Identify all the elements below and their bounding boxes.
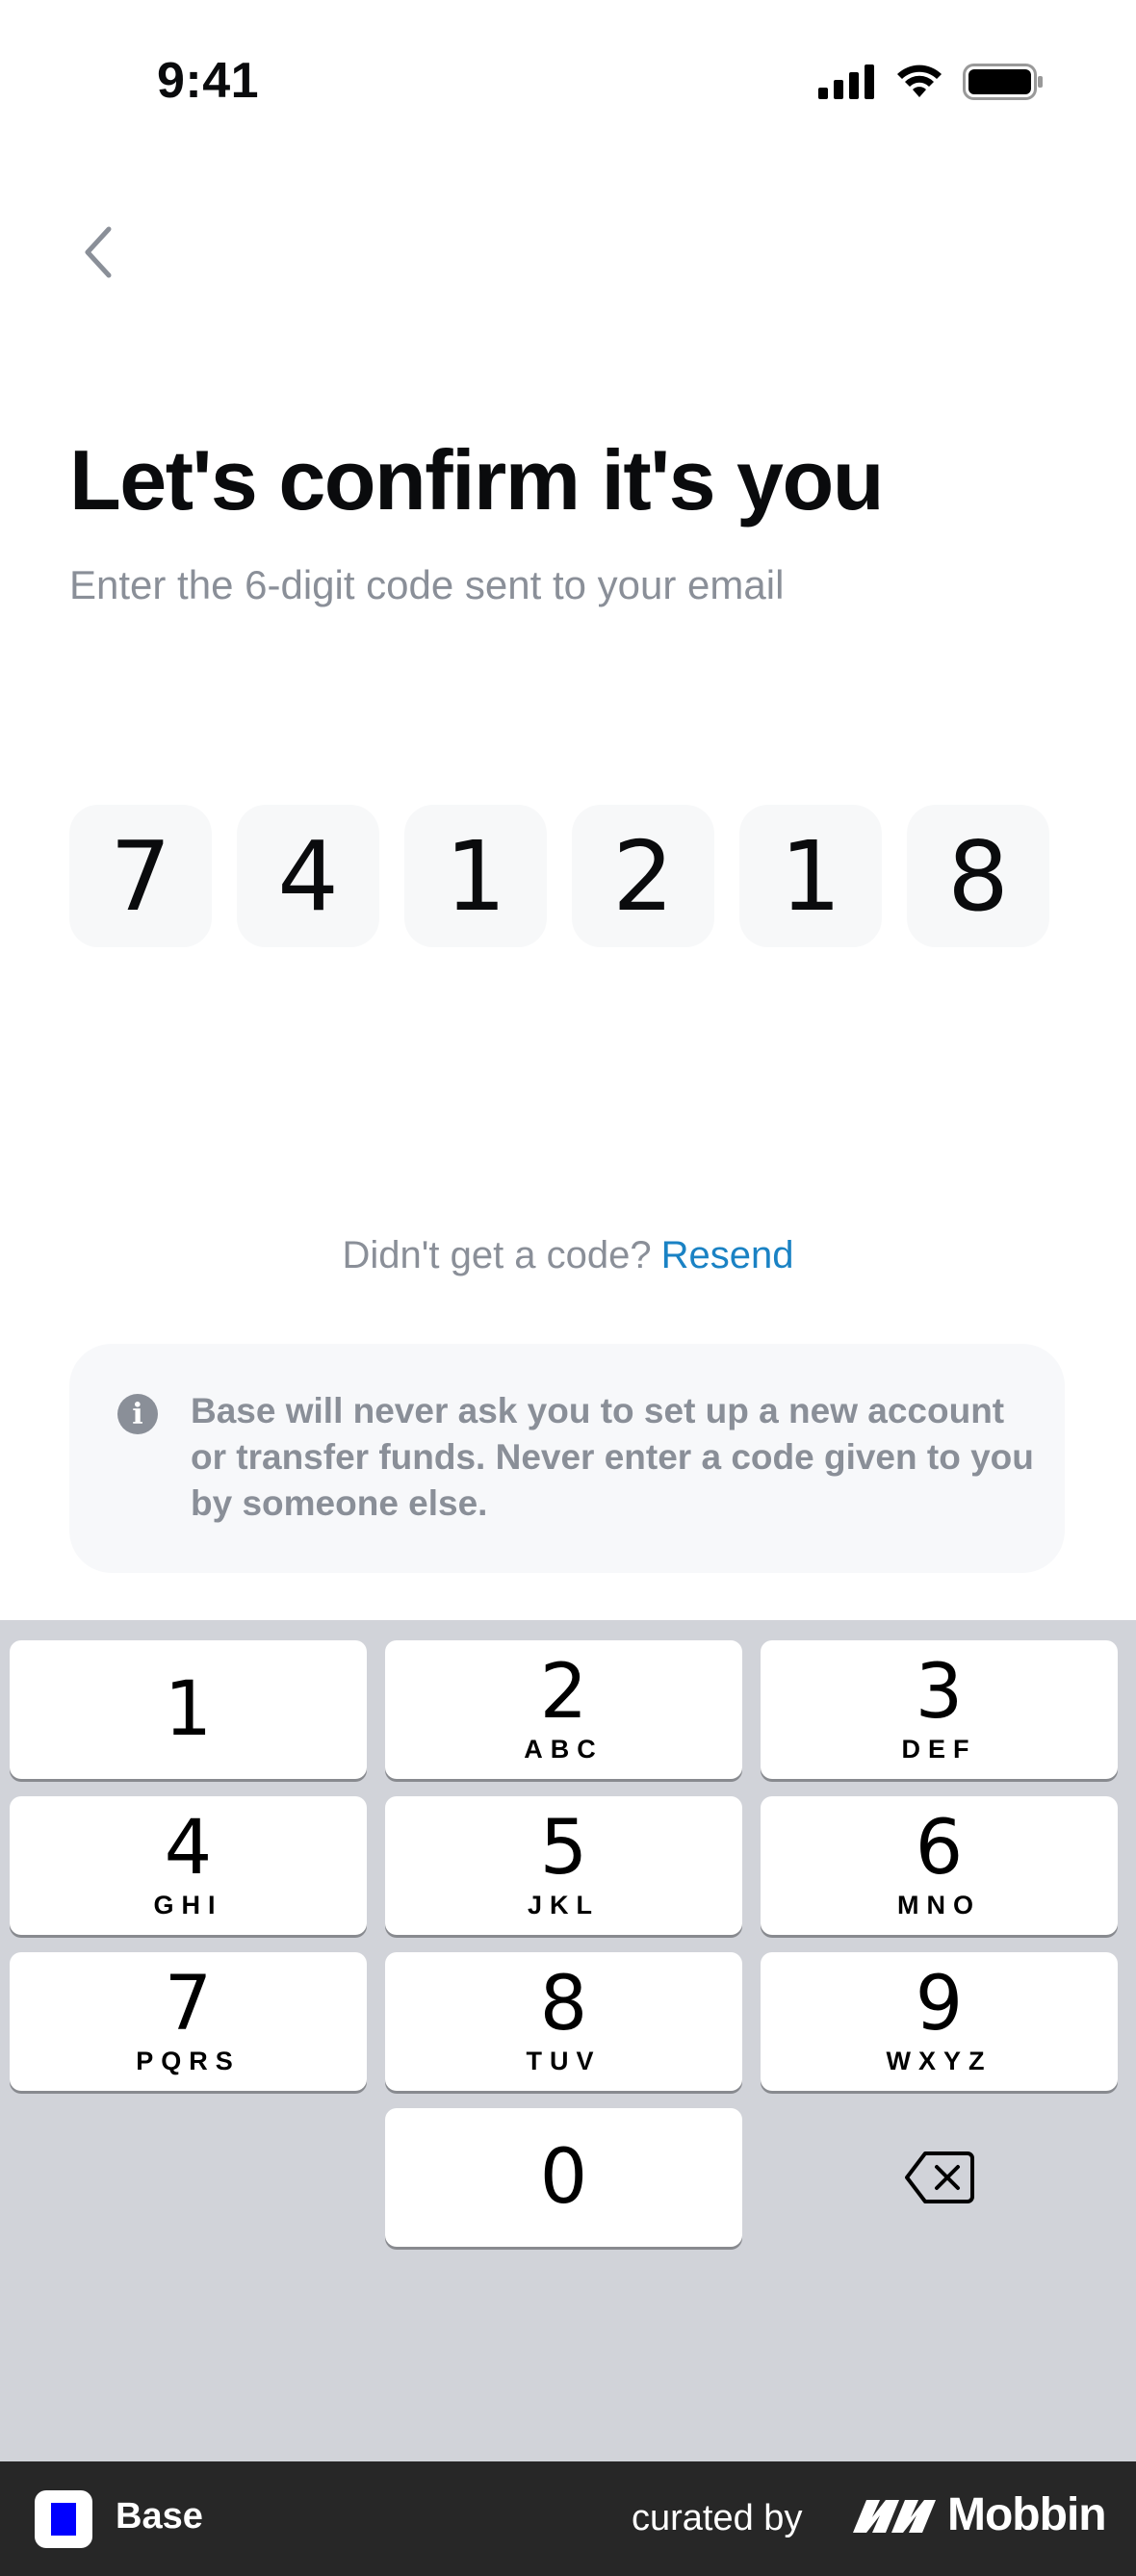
key-3[interactable]: 3 DEF [761, 1640, 1118, 1779]
page-subtitle: Enter the 6-digit code sent to your emai… [69, 562, 785, 607]
security-notice-text: Base will never ask you to set up a new … [191, 1391, 1034, 1523]
key-number: 6 [915, 1805, 964, 1892]
key-9[interactable]: 9 WXYZ [761, 1952, 1118, 2091]
chevron-left-icon [85, 226, 112, 278]
status-icons [818, 64, 1044, 100]
key-5[interactable]: 5 JKL [385, 1796, 742, 1935]
key-number: 3 [915, 1649, 964, 1736]
brand-name: Mobbin [947, 2489, 1107, 2540]
key-number: 4 [164, 1805, 213, 1892]
code-digit[interactable]: 4 [237, 805, 379, 947]
security-notice: i Base will never ask you to set up a ne… [69, 1344, 1065, 1573]
key-2[interactable]: 2 ABC [385, 1640, 742, 1779]
numeric-keypad: 1 2 ABC 3 DEF 4 GHI 5 JKL 6 MNO 7 PQRS 8… [0, 1620, 1136, 2461]
key-6[interactable]: 6 MNO [761, 1796, 1118, 1935]
app-name: Base [116, 2496, 203, 2537]
key-number: 5 [539, 1805, 588, 1892]
delete-key[interactable] [761, 2108, 1118, 2247]
key-number: 7 [164, 1961, 213, 2048]
key-letters: JKL [527, 1891, 600, 1919]
key-letters: MNO [897, 1891, 981, 1919]
key-letters: PQRS [136, 2047, 241, 2075]
page-title: Let's confirm it's you [69, 432, 884, 528]
key-number: 1 [164, 1666, 213, 1753]
resend-row: Didn't get a code? Resend [0, 1234, 1136, 1277]
key-0[interactable]: 0 [385, 2108, 742, 2247]
resend-link[interactable]: Resend [661, 1234, 794, 1276]
code-digit[interactable]: 8 [907, 805, 1049, 947]
brand-logo: Mobbin [853, 2488, 1107, 2541]
status-bar: 9:41 [0, 0, 1136, 164]
key-number: 2 [539, 1649, 588, 1736]
wifi-icon [897, 64, 942, 97]
mobbin-logo-icon [853, 2499, 936, 2533]
status-time: 9:41 [157, 53, 260, 109]
app-logo [35, 2490, 92, 2548]
key-number: 0 [539, 2134, 588, 2221]
code-digit[interactable]: 1 [404, 805, 547, 947]
info-icon: i [117, 1394, 158, 1434]
key-letters: DEF [901, 1735, 977, 1764]
battery-icon [963, 64, 1043, 100]
backspace-icon [904, 2151, 974, 2203]
key-4[interactable]: 4 GHI [10, 1796, 367, 1935]
code-input[interactable]: 7 4 1 2 1 8 [69, 805, 1049, 947]
key-letters: WXYZ [886, 2047, 993, 2075]
curated-by-label: curated by [632, 2498, 803, 2538]
code-digit[interactable]: 2 [572, 805, 714, 947]
signal-icon [818, 64, 874, 99]
code-digit[interactable]: 7 [69, 805, 212, 947]
key-1[interactable]: 1 [10, 1640, 367, 1779]
key-number: 8 [539, 1961, 588, 2048]
footer-bar: Base curated by Mobbin [0, 2461, 1136, 2576]
back-button[interactable] [67, 218, 129, 287]
code-digit[interactable]: 1 [739, 805, 882, 947]
key-8[interactable]: 8 TUV [385, 1952, 742, 2091]
key-letters: TUV [526, 2047, 602, 2075]
resend-prompt: Didn't get a code? [342, 1234, 652, 1276]
key-7[interactable]: 7 PQRS [10, 1952, 367, 2091]
key-letters: GHI [153, 1891, 223, 1919]
key-letters: ABC [524, 1735, 604, 1764]
key-number: 9 [915, 1961, 964, 2048]
